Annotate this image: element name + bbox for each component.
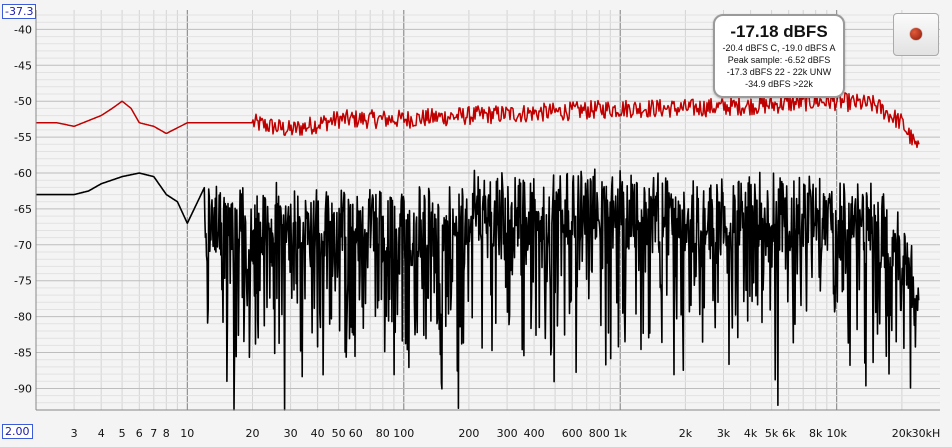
x-tick-label: 30 <box>284 427 298 440</box>
x-tick-label: 200 <box>458 427 479 440</box>
y-tick-label: -40 <box>14 23 32 36</box>
y-tick-label: -70 <box>14 239 32 252</box>
x-tick-label: 50 <box>332 427 346 440</box>
x-tick-label: 2k <box>679 427 693 440</box>
x-tick-label: 1k <box>614 427 628 440</box>
y-reference-level-box[interactable]: -37.3 <box>2 4 37 19</box>
x-tick-label: 4k <box>744 427 758 440</box>
x-tick-label: 100 <box>393 427 414 440</box>
x-tick-label: 60 <box>349 427 363 440</box>
rms-level-text: -17.18 dBFS <box>730 22 828 41</box>
y-tick-label: -80 <box>14 311 32 324</box>
x-tick-label: 10k <box>827 427 848 440</box>
x-tick-label: 5k <box>765 427 779 440</box>
level-readout-panel: -17.18 dBFS -20.4 dBFS C, -19.0 dBFS A P… <box>713 14 845 98</box>
x-tick-label: 600 <box>562 427 583 440</box>
x-tick-label: 400 <box>524 427 545 440</box>
y-tick-label: -45 <box>14 59 32 72</box>
x-tick-label: 800 <box>589 427 610 440</box>
weighted-level-text: -20.4 dBFS C, -19.0 dBFS A <box>722 43 836 53</box>
x-tick-label: 80 <box>376 427 390 440</box>
x-tick-label: 30kH <box>912 427 941 440</box>
x-tick-label: 7 <box>150 427 157 440</box>
x-tick-label: 20 <box>246 427 260 440</box>
x-tick-label: 40 <box>311 427 325 440</box>
y-tick-label: -90 <box>14 383 32 396</box>
y-tick-label: -65 <box>14 203 32 216</box>
y-tick-label: -85 <box>14 347 32 360</box>
x-tick-label: 6k <box>782 427 796 440</box>
band-level-text: -17.3 dBFS 22 - 22k UNW <box>726 67 832 77</box>
x-reference-frequency-box[interactable]: 2.00 <box>2 424 33 439</box>
x-tick-label: 20k <box>892 427 913 440</box>
y-tick-label: -55 <box>14 131 32 144</box>
x-tick-label: 300 <box>497 427 518 440</box>
y-tick-label: -75 <box>14 275 32 288</box>
x-tick-label: 6 <box>136 427 143 440</box>
x-tick-label: 3k <box>717 427 731 440</box>
record-button[interactable] <box>893 13 939 56</box>
spectrum-analyzer-window: -40 -45 -50 -55 -60 -65 -70 -75 -80 -85 -90 3 4 5 6 7 8 1… <box>0 0 952 447</box>
x-tick-label: 10 <box>180 427 194 440</box>
x-tick-label: 5 <box>119 427 126 440</box>
x-tick-label: 3 <box>71 427 78 440</box>
y-tick-label: -60 <box>14 167 32 180</box>
x-tick-label: 4 <box>98 427 105 440</box>
x-tick-label: 8 <box>163 427 170 440</box>
record-dot-icon <box>910 28 922 40</box>
peak-sample-text: Peak sample: -6.52 dBFS <box>727 55 831 65</box>
ultrasonic-level-text: -34.9 dBFS >22k <box>745 79 813 89</box>
x-tick-label: 8k <box>809 427 823 440</box>
y-tick-label: -50 <box>14 95 32 108</box>
